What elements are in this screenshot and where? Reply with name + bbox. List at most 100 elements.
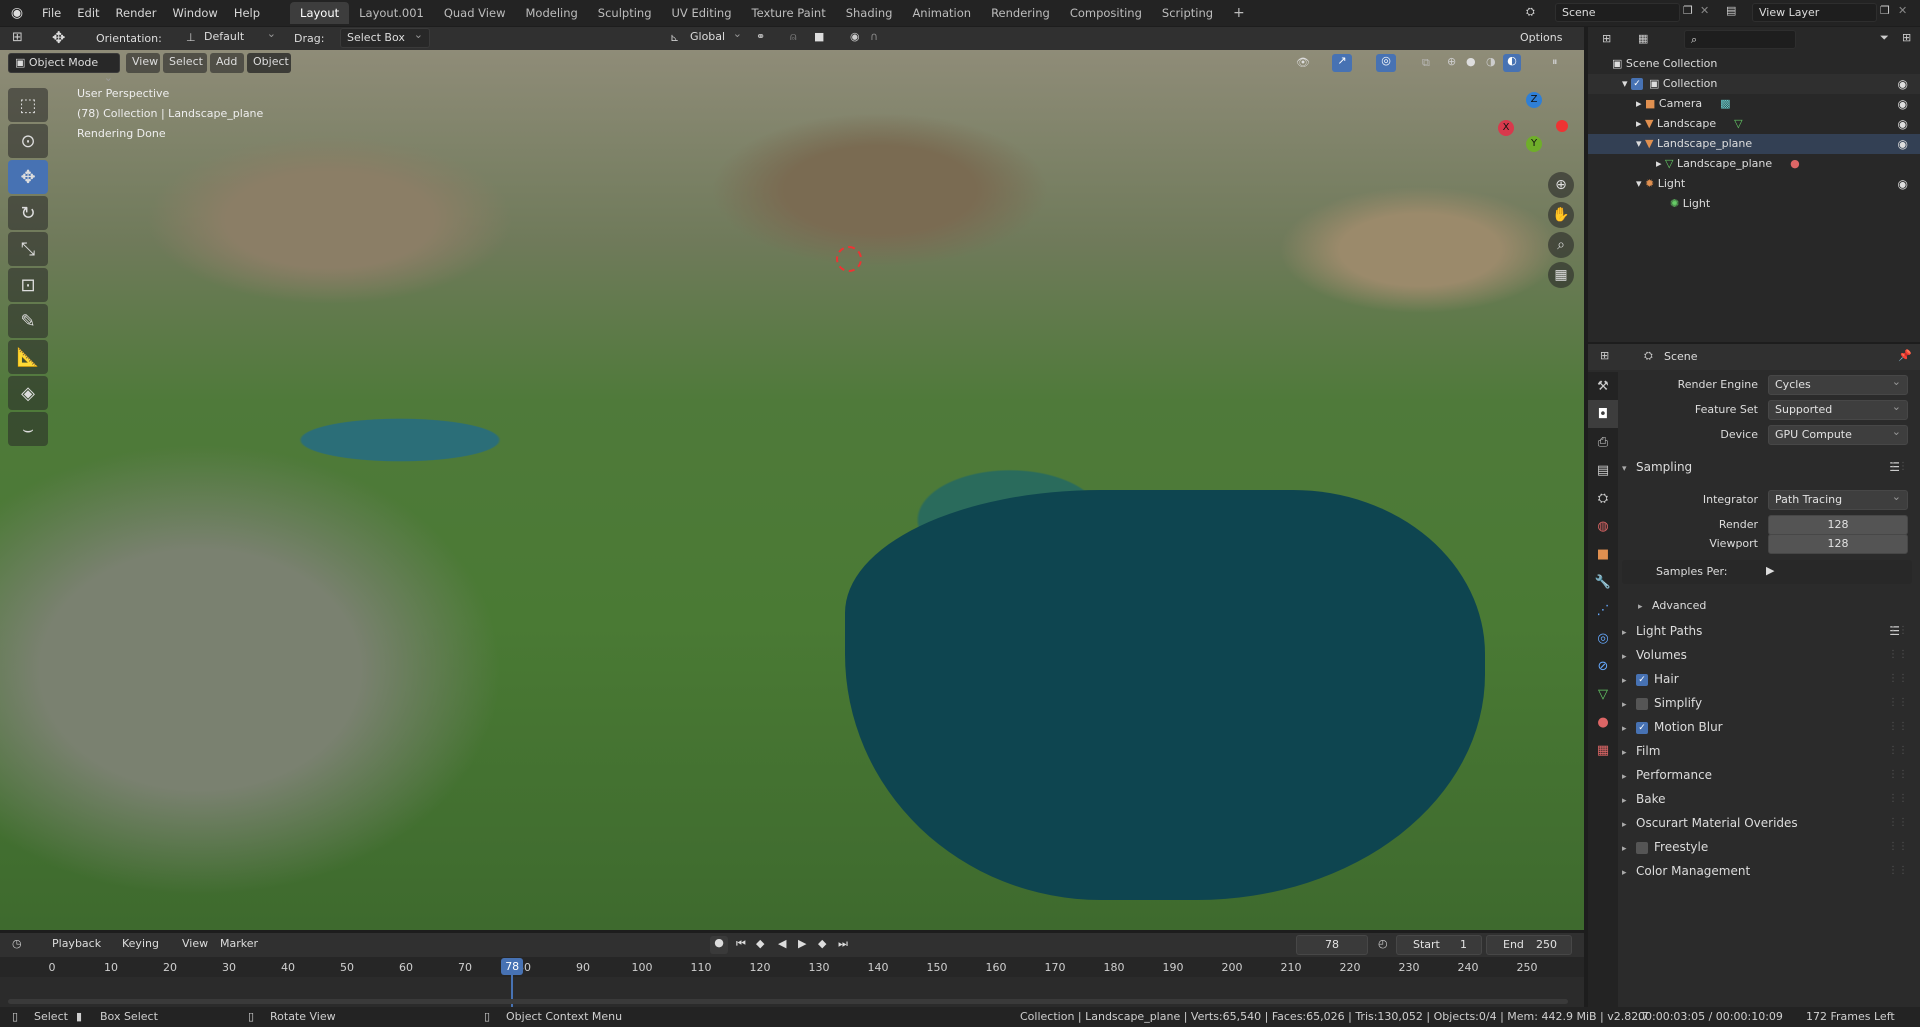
data-tab-icon[interactable]: ▽ bbox=[1588, 680, 1618, 708]
world-tab-icon[interactable]: ◍ bbox=[1588, 512, 1618, 540]
panel-checkbox[interactable] bbox=[1636, 697, 1648, 710]
xray-icon[interactable]: ⧉ bbox=[1422, 56, 1430, 70]
outliner-row-light-data[interactable]: ✺ Light bbox=[1588, 194, 1920, 214]
panel-advanced[interactable]: ▸ Advanced bbox=[1622, 595, 1916, 617]
rendered-shading-icon[interactable]: ◐ bbox=[1503, 54, 1521, 72]
tab-rendering[interactable]: Rendering bbox=[981, 2, 1060, 24]
orientation-dropdown[interactable]: Default bbox=[198, 28, 282, 48]
outliner-row-scene-collection[interactable]: ▣ Scene Collection bbox=[1588, 54, 1920, 74]
tab-layout-001[interactable]: Layout.001 bbox=[349, 2, 434, 24]
view-menu[interactable]: View bbox=[126, 53, 160, 73]
timer-icon[interactable]: ◴ bbox=[1378, 937, 1388, 950]
panel-volumes[interactable]: ▸ Volumes ⋮⋮ bbox=[1622, 644, 1916, 666]
playback-menu[interactable]: Playback bbox=[46, 935, 114, 955]
expand-arrow-icon[interactable]: ▸ bbox=[1622, 862, 1636, 884]
expand-arrow-icon[interactable]: ▸ bbox=[1622, 742, 1636, 764]
tab-animation[interactable]: Animation bbox=[902, 2, 981, 24]
render-samples-field[interactable]: 128 bbox=[1768, 515, 1908, 535]
panel-color-management[interactable]: ▸ Color Management ⋮⋮ bbox=[1622, 860, 1916, 882]
proportional-edit-icon[interactable]: ◉ bbox=[850, 30, 860, 43]
new-collection-icon[interactable]: ⊞ bbox=[1902, 31, 1911, 44]
navigation-gizmo[interactable]: Z X Y bbox=[1494, 90, 1574, 170]
panel-oscurart-material-overides[interactable]: ▸ Oscurart Material Overides ⋮⋮ bbox=[1622, 812, 1916, 834]
expand-arrow-icon[interactable]: ▸ bbox=[1622, 718, 1636, 740]
material-tab-icon[interactable]: ● bbox=[1588, 708, 1618, 736]
panel-checkbox[interactable]: ✓ bbox=[1636, 673, 1648, 686]
modifier-tab-icon[interactable]: 🔧 bbox=[1588, 568, 1618, 596]
samples-per-row[interactable]: Samples Per: ▶ bbox=[1622, 560, 1912, 584]
new-view-layer-icon[interactable]: ❐ bbox=[1880, 4, 1890, 17]
axis-z-icon[interactable]: Z bbox=[1526, 92, 1542, 108]
view-layer-selector[interactable]: View Layer bbox=[1752, 3, 1877, 22]
keying-menu[interactable]: Keying bbox=[116, 935, 172, 955]
physics-tab-icon[interactable]: ◎ bbox=[1588, 624, 1618, 652]
current-frame-field[interactable]: 78 bbox=[1296, 935, 1368, 955]
3d-viewport[interactable]: ▣ Object Mode View Select Add Object 👁 ↗… bbox=[0, 50, 1584, 930]
pin-icon[interactable]: 📌 bbox=[1898, 349, 1912, 362]
axis-y-icon[interactable]: Y bbox=[1526, 136, 1542, 152]
tab-quad-view[interactable]: Quad View bbox=[434, 2, 516, 24]
expand-arrow-icon[interactable]: ▸ bbox=[1622, 622, 1636, 644]
rotate-icon[interactable]: ↻ bbox=[8, 196, 48, 230]
panel-checkbox[interactable] bbox=[1636, 841, 1648, 854]
panel-sampling[interactable]: ▾ Sampling ☰ ⋮⋮ bbox=[1622, 456, 1916, 478]
render-tab-icon[interactable]: ◘ bbox=[1588, 400, 1618, 428]
transform-icon[interactable]: ⊡ bbox=[8, 268, 48, 302]
record-icon[interactable]: ● bbox=[710, 936, 728, 954]
axis-neg-x-icon[interactable] bbox=[1556, 120, 1568, 132]
select-box-icon[interactable]: ⬚ bbox=[8, 88, 48, 122]
next-keyframe-icon[interactable]: ◆ bbox=[818, 937, 826, 950]
panel-checkbox[interactable]: ✓ bbox=[1636, 721, 1648, 734]
delete-scene-icon[interactable]: ✕ bbox=[1700, 4, 1709, 17]
outliner-row-landscape[interactable]: ▸ ▼ Landscape ▽ ◉ bbox=[1588, 114, 1920, 134]
add-cube-icon[interactable]: ◈ bbox=[8, 376, 48, 410]
select-menu[interactable]: Select bbox=[163, 53, 207, 73]
scene-tab-icon[interactable]: ⛭ bbox=[1588, 484, 1618, 512]
snap-icon[interactable]: ⍝ bbox=[790, 30, 797, 44]
options-dropdown[interactable]: Options bbox=[1514, 29, 1580, 49]
blender-logo-icon[interactable]: ◉ bbox=[0, 5, 34, 21]
view-layer-tab-icon[interactable]: ▤ bbox=[1588, 456, 1618, 484]
eye-icon[interactable]: ◉ bbox=[1898, 174, 1908, 194]
expand-arrow-icon[interactable]: ▸ bbox=[1622, 814, 1636, 836]
checkbox-icon[interactable]: ✓ bbox=[1631, 78, 1644, 90]
outliner-display-mode-icon[interactable]: ▦ bbox=[1638, 32, 1648, 45]
viewport-samples-field[interactable]: 128 bbox=[1768, 534, 1908, 554]
add-workspace-button[interactable]: + bbox=[1223, 2, 1255, 24]
panel-performance[interactable]: ▸ Performance ⋮⋮ bbox=[1622, 764, 1916, 786]
material-shading-icon[interactable]: ◑ bbox=[1486, 55, 1496, 68]
pan-hand-icon[interactable]: ✋ bbox=[1548, 202, 1574, 228]
pivot-icon[interactable]: ⚭ bbox=[756, 30, 765, 43]
play-reverse-icon[interactable]: ◀ bbox=[778, 937, 786, 950]
timeline-scrollbar[interactable] bbox=[8, 999, 1568, 1004]
expand-arrow-icon[interactable]: ▸ bbox=[1622, 670, 1636, 692]
snap-target-icon[interactable]: ■ bbox=[814, 30, 824, 43]
jump-end-icon[interactable]: ⏭ bbox=[838, 937, 848, 951]
expand-arrow-icon[interactable]: ▸ bbox=[1622, 694, 1636, 716]
scene-icon[interactable]: ⛭ bbox=[1526, 5, 1535, 19]
move-icon[interactable]: ✥ bbox=[8, 160, 48, 194]
visibility-icon[interactable]: 👁 bbox=[1296, 56, 1310, 69]
axis-x-icon[interactable]: X bbox=[1498, 120, 1514, 136]
tab-compositing[interactable]: Compositing bbox=[1060, 2, 1152, 24]
measure-icon[interactable]: 📐 bbox=[8, 340, 48, 374]
timeline-editor-icon[interactable]: ◷ bbox=[12, 937, 22, 950]
mode-dropdown[interactable]: ▣ Object Mode bbox=[8, 53, 120, 73]
eye-icon[interactable]: ◉ bbox=[1898, 94, 1908, 114]
menu-file[interactable]: File bbox=[34, 0, 69, 26]
outliner-row-landscape-plane-mesh[interactable]: ▸ ▽ Landscape_plane ● bbox=[1588, 154, 1920, 174]
tab-modeling[interactable]: Modeling bbox=[515, 2, 587, 24]
outliner-row-collection[interactable]: ▾ ✓ ▣ Collection ◉ bbox=[1588, 74, 1920, 94]
tab-shading[interactable]: Shading bbox=[836, 2, 903, 24]
start-frame-field[interactable]: Start 1 bbox=[1396, 935, 1482, 955]
curve-icon[interactable]: ⌣ bbox=[8, 412, 48, 446]
timeline-view-menu[interactable]: View bbox=[176, 935, 210, 955]
menu-render[interactable]: Render bbox=[108, 0, 165, 26]
panel-bake[interactable]: ▸ Bake ⋮⋮ bbox=[1622, 788, 1916, 810]
scale-icon[interactable]: ⤡ bbox=[8, 232, 48, 266]
falloff-icon[interactable]: ∩ bbox=[870, 30, 878, 43]
expand-arrow-icon[interactable]: ▸ bbox=[1622, 790, 1636, 812]
device-dropdown[interactable]: GPU Compute bbox=[1768, 425, 1908, 445]
marker-menu[interactable]: Marker bbox=[214, 935, 260, 955]
view-layer-icon[interactable]: ▤ bbox=[1726, 4, 1736, 17]
